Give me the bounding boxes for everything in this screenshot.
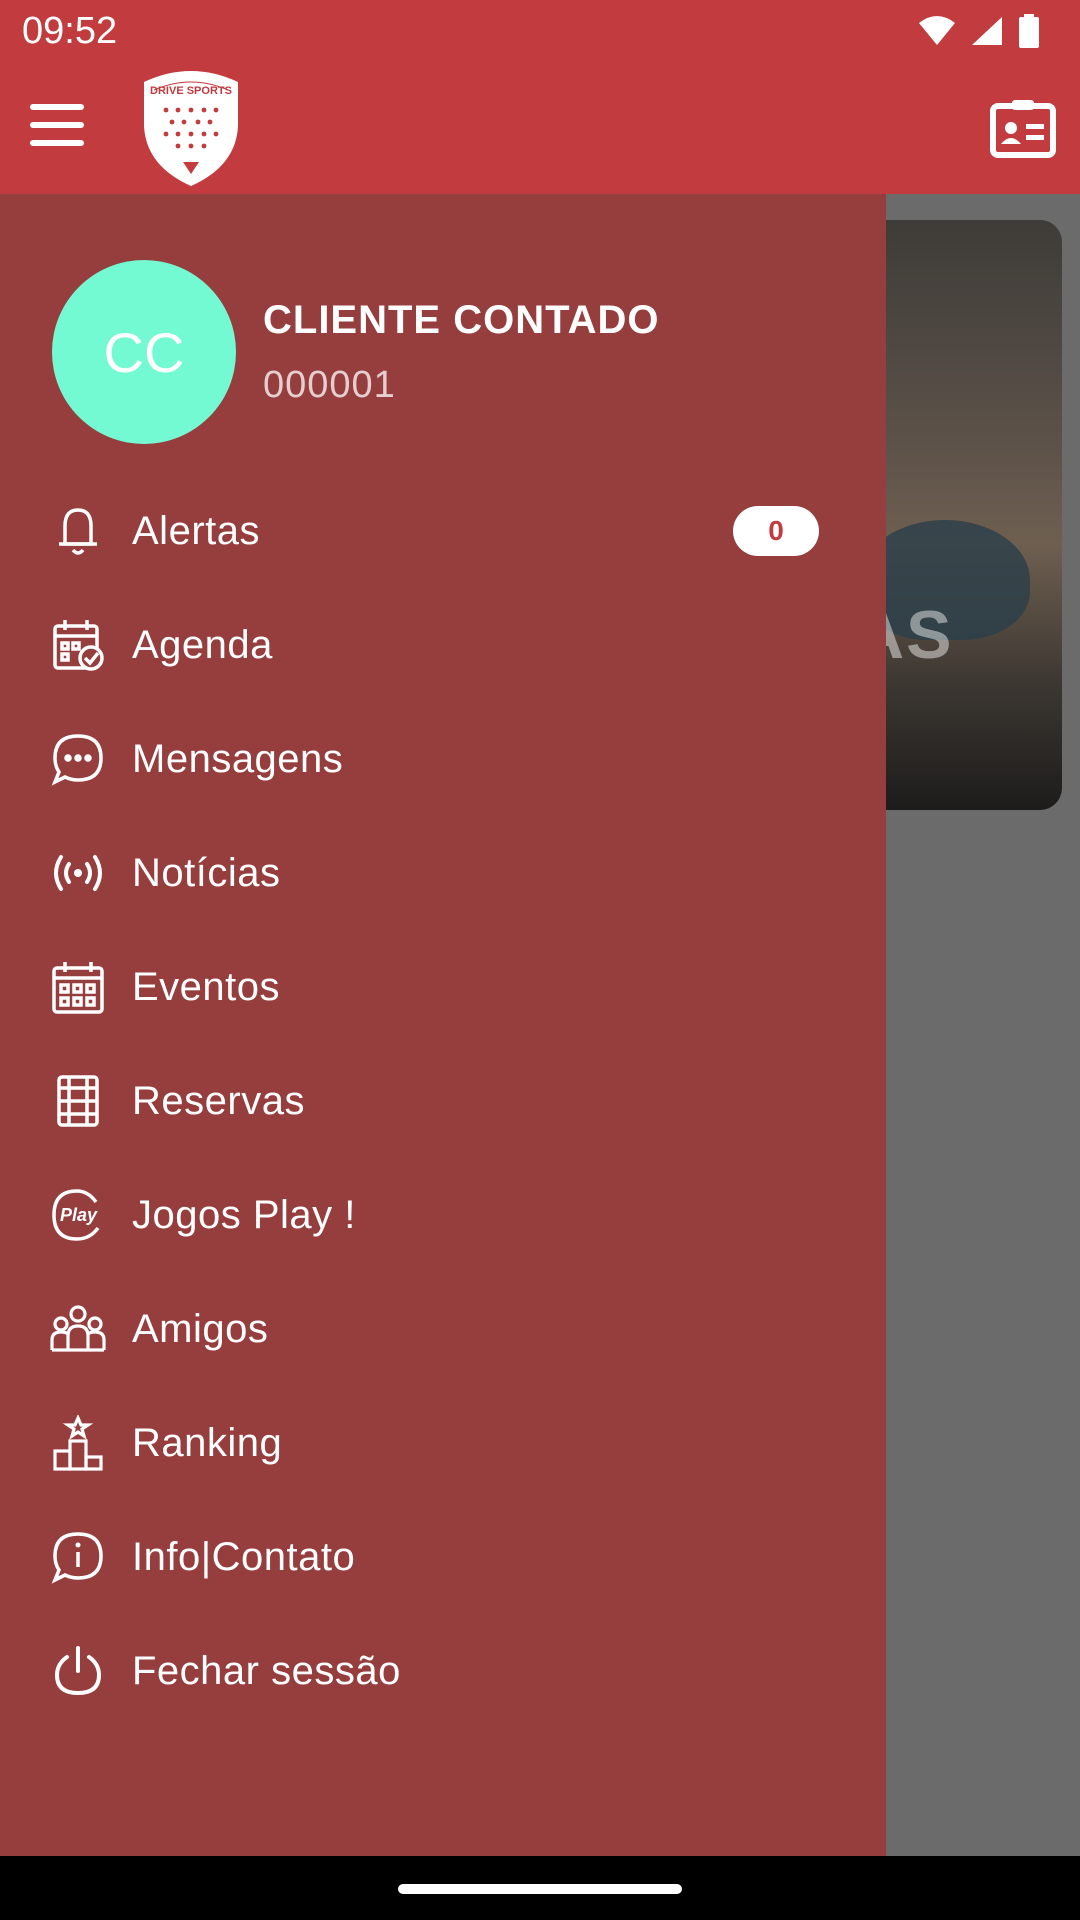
menu-item-fechar-sessao[interactable]: Fechar sessão	[0, 1614, 886, 1728]
svg-text:Play: Play	[60, 1205, 98, 1225]
menu-item-label: Reservas	[132, 1078, 305, 1123]
menu-item-label: Alertas	[132, 508, 260, 553]
menu-item-mensagens[interactable]: Mensagens	[0, 702, 886, 816]
menu-item-label: Amigos	[132, 1306, 269, 1351]
menu-item-amigos[interactable]: Amigos	[0, 1272, 886, 1386]
menu-item-label: Mensagens	[132, 736, 344, 781]
app-bar: 09:52 DRIVE SPORTS	[0, 0, 1080, 194]
menu-item-label: Info|Contato	[132, 1534, 356, 1579]
menu-item-label: Fechar sessão	[132, 1648, 401, 1693]
menu-item-label: Agenda	[132, 622, 273, 667]
menu-item-jogos-play[interactable]: Play Jogos Play !	[0, 1158, 886, 1272]
menu-item-noticias[interactable]: Notícias	[0, 816, 886, 930]
brand-logo[interactable]: DRIVE SPORTS	[136, 68, 246, 188]
podium-icon	[50, 1415, 106, 1471]
system-nav-bar	[0, 1856, 1080, 1920]
alerts-count-badge: 0	[733, 506, 819, 556]
group-icon	[50, 1301, 106, 1357]
signal-icon	[972, 17, 1002, 45]
battery-icon	[1019, 14, 1039, 48]
hamburger-icon[interactable]	[30, 104, 84, 148]
play-icon: Play	[50, 1187, 106, 1243]
drawer-menu: Alertas 0 Agenda Mensagens Notícias Even…	[0, 474, 886, 1728]
menu-item-reservas[interactable]: Reservas	[0, 1044, 886, 1158]
info-bubble-icon	[50, 1529, 106, 1585]
status-icons	[918, 14, 1040, 48]
id-card-icon[interactable]	[990, 98, 1056, 158]
menu-item-eventos[interactable]: Eventos	[0, 930, 886, 1044]
menu-item-label: Notícias	[132, 850, 281, 895]
menu-item-agenda[interactable]: Agenda	[0, 588, 886, 702]
user-id: 000001	[263, 364, 396, 406]
background-banner-card[interactable]	[860, 220, 1062, 810]
app-screen: AS 09:52 DRIVE SPORTS CC CLIENTE CONTADO…	[0, 0, 1080, 1920]
wifi-icon	[919, 16, 955, 45]
calendar-check-icon	[50, 617, 106, 673]
navigation-drawer: CC CLIENTE CONTADO 000001 Alertas 0 Agen…	[0, 194, 886, 1856]
avatar[interactable]: CC	[52, 260, 236, 444]
svg-text:DRIVE SPORTS: DRIVE SPORTS	[150, 85, 232, 97]
user-name: CLIENTE CONTADO	[263, 298, 660, 342]
chat-bubble-icon	[50, 731, 106, 787]
bell-icon	[50, 503, 106, 559]
court-icon	[50, 1073, 106, 1129]
menu-item-label: Jogos Play !	[132, 1192, 356, 1237]
menu-item-info-contato[interactable]: Info|Contato	[0, 1500, 886, 1614]
power-icon	[50, 1643, 106, 1699]
calendar-grid-icon	[50, 959, 106, 1015]
menu-item-ranking[interactable]: Ranking	[0, 1386, 886, 1500]
status-time: 09:52	[22, 10, 118, 52]
home-gesture-handle[interactable]	[398, 1884, 682, 1894]
broadcast-icon	[50, 845, 106, 901]
menu-item-label: Ranking	[132, 1420, 283, 1465]
menu-item-alertas[interactable]: Alertas 0	[0, 474, 886, 588]
menu-item-label: Eventos	[132, 964, 281, 1009]
